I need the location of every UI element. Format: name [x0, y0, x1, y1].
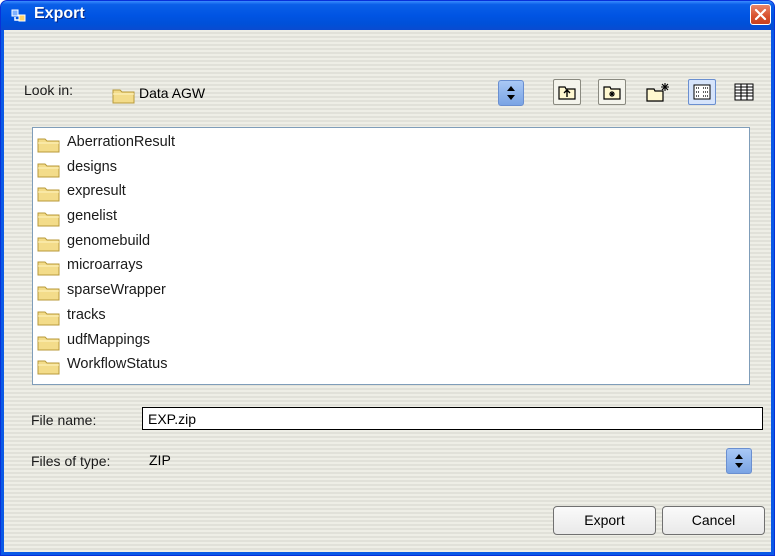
folder-icon [37, 261, 60, 276]
folder-icon [37, 360, 60, 375]
details-view-icon [734, 83, 754, 101]
filename-input[interactable]: EXP.zip [142, 407, 763, 430]
up-down-arrows-icon [507, 86, 515, 100]
file-name: microarrays [67, 257, 143, 274]
home-folder-icon [603, 86, 621, 100]
lookin-label: Look in: [24, 82, 74, 98]
close-icon [754, 8, 767, 21]
file-name: WorkflowStatus [67, 356, 168, 373]
file-name: designs [67, 158, 117, 175]
lookin-dropdown[interactable]: Data AGW [108, 80, 528, 108]
new-folder-button[interactable] [643, 79, 671, 105]
filename-label: File name: [31, 412, 97, 428]
close-button[interactable] [750, 4, 771, 25]
folder-icon [37, 237, 60, 252]
folder-icon [112, 89, 135, 104]
file-name: sparseWrapper [67, 282, 166, 299]
details-view-button[interactable] [730, 79, 758, 105]
list-view-icon [693, 84, 711, 100]
cancel-button[interactable]: Cancel [662, 506, 765, 535]
file-name: udfMappings [67, 331, 151, 348]
lookin-value: Data AGW [139, 85, 206, 101]
file-name: genomebuild [67, 232, 151, 249]
folder-icon [37, 311, 60, 326]
filename-value: EXP.zip [148, 411, 196, 427]
folder-icon [37, 212, 60, 227]
lookin-dropdown-button[interactable] [498, 80, 524, 106]
folder-icon [37, 286, 60, 301]
filetype-dropdown-button[interactable] [726, 448, 752, 474]
folder-icon [37, 336, 60, 350]
up-down-arrows-icon [735, 454, 743, 468]
home-folder-button[interactable] [598, 79, 626, 105]
filetype-dropdown[interactable]: ZIP [142, 447, 762, 473]
file-name: tracks [67, 306, 106, 323]
filetype-value: ZIP [149, 452, 171, 468]
file-name: AberrationResult [67, 134, 175, 150]
up-one-level-button[interactable] [553, 79, 581, 105]
folder-icon [37, 163, 60, 178]
file-name: expresult [67, 183, 126, 200]
app-icon [11, 9, 26, 22]
filetype-label: Files of type: [31, 453, 111, 469]
folder-icon [37, 187, 60, 202]
title-bar[interactable]: Export [1, 1, 774, 30]
list-view-button[interactable] [688, 79, 716, 105]
export-button[interactable]: Export [553, 506, 656, 535]
export-dialog: Export Look in: Data AGW AberrationResul… [0, 0, 775, 556]
new-folder-icon [646, 83, 669, 102]
up-one-level-icon [558, 86, 576, 100]
folder-icon [37, 138, 60, 153]
file-list[interactable]: AberrationResult designs expresult genelist… [32, 127, 750, 385]
file-name: genelist [67, 208, 117, 225]
dialog-title: Export [34, 5, 85, 22]
